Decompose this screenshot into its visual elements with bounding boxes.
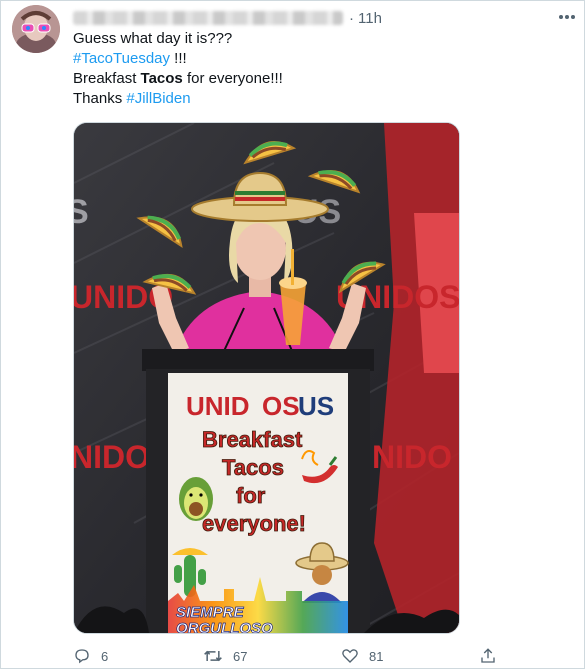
podium-logo-os: OS: [262, 391, 300, 421]
backdrop-unidos-right-low: NIDO: [372, 439, 452, 475]
line3-bold: Tacos: [140, 70, 183, 87]
more-options-button[interactable]: [556, 7, 578, 27]
author-name-redacted[interactable]: [73, 11, 343, 25]
photo-illustration: S US UNIDO UNIDOS NIDO NIDO: [74, 123, 459, 633]
avatar[interactable]: [12, 5, 60, 53]
avatar-image: [12, 5, 60, 53]
retweet-icon: [204, 650, 222, 662]
line4-pre: Thanks: [73, 90, 127, 107]
podium-logo-us: US: [298, 391, 334, 421]
sign-line-2: Tacos: [222, 455, 284, 480]
tweet-line-3: Breakfast Tacos for everyone!!!: [73, 69, 553, 89]
share-icon: [481, 648, 495, 663]
exclaim-text: !!!: [170, 50, 187, 67]
line3-pre: Breakfast: [73, 70, 141, 87]
tweet-card: · 11h Guess what day it is??? #TacoTuesd…: [0, 0, 585, 669]
more-icon: [559, 15, 575, 19]
avocado-icon: [179, 477, 213, 521]
sign-line-4: everyone!: [202, 511, 306, 536]
like-count: 81: [369, 648, 384, 664]
sign-line-3: for: [236, 483, 266, 508]
hashtag-tacotuesday[interactable]: #TacoTuesday: [73, 50, 170, 67]
backdrop-logo-left: S: [74, 193, 89, 231]
reply-count: 6: [101, 648, 109, 664]
podium: UNID OS US Breakfast Tacos for everyone!: [142, 349, 374, 633]
tweet-line-1: Guess what day it is???: [73, 30, 233, 47]
like-icon: [342, 649, 358, 663]
like-button[interactable]: 81: [341, 645, 383, 667]
reply-button[interactable]: 6: [73, 645, 108, 667]
line3-post: for everyone!!!: [182, 70, 283, 87]
tweet-time[interactable]: 11h: [358, 10, 382, 27]
tweet-header: · 11h: [73, 8, 382, 28]
tweet-line-4: Thanks #JillBiden: [73, 89, 553, 109]
tweet-actions: 6 67 81: [73, 645, 503, 667]
share-button[interactable]: [479, 645, 497, 667]
tweet-text: Guess what day it is??? #TacoTuesday !!!…: [73, 29, 553, 109]
tweet-line-2: #TacoTuesday !!!: [73, 49, 553, 69]
bottom-text-2: ORGULLOSO: [176, 620, 273, 633]
hashtag-jillbiden[interactable]: #JillBiden: [126, 90, 190, 107]
backdrop-unidos-left-low: NIDO: [74, 439, 150, 475]
retweet-button[interactable]: 67: [203, 645, 247, 667]
retweet-count: 67: [233, 648, 248, 664]
sign-line-1: Breakfast: [202, 427, 303, 452]
podium-logo-unid: UNID: [186, 391, 250, 421]
reply-icon: [75, 649, 89, 664]
tweet-photo[interactable]: S US UNIDO UNIDOS NIDO NIDO: [73, 122, 460, 634]
bottom-text-1: SIEMPRE: [176, 604, 245, 621]
separator-dot: ·: [349, 9, 354, 27]
